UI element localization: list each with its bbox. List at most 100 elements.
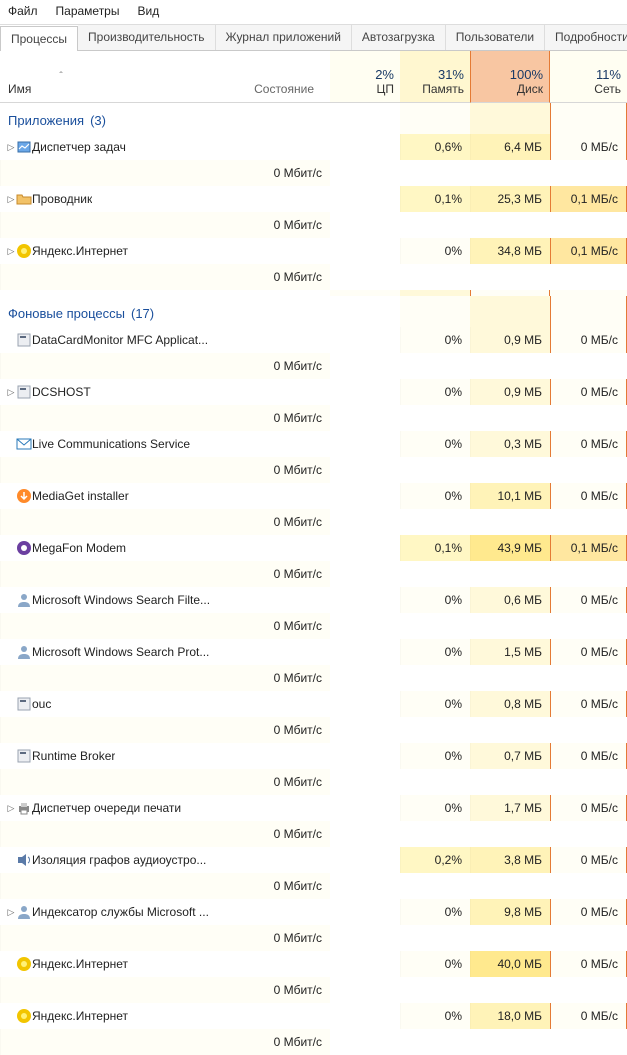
process-row[interactable]: ▷ Индексатор службы Microsoft ...	[0, 899, 400, 925]
process-name: Runtime Broker	[32, 749, 115, 763]
cpu-cell: 0%	[400, 691, 470, 717]
expand-icon[interactable]: ▷	[6, 803, 16, 814]
network-cell: 0 Мбит/с	[0, 509, 330, 535]
process-row[interactable]: Яндекс.Интернет	[0, 951, 400, 977]
col-header-name[interactable]: ˆ Имя Состояние	[0, 51, 330, 103]
network-cell: 0 Мбит/с	[0, 264, 330, 290]
memory-cell: 1,5 МБ	[470, 639, 550, 665]
group-bg[interactable]: Фоновые процессы (17)	[0, 296, 400, 327]
tab-history[interactable]: Журнал приложений	[216, 25, 352, 50]
process-row[interactable]: Изоляция графов аудиоустро...	[0, 847, 400, 873]
yandex-icon	[16, 243, 32, 259]
mediaget-icon	[16, 488, 32, 504]
disk-cell: 0 МБ/с	[550, 847, 627, 873]
memory-cell: 0,9 МБ	[470, 327, 550, 353]
cpu-cell: 0%	[400, 327, 470, 353]
process-row[interactable]: MediaGet installer	[0, 483, 400, 509]
network-cell: 0 Мбит/с	[0, 769, 330, 795]
cpu-cell: 0%	[400, 795, 470, 821]
memory-cell: 0,9 МБ	[470, 379, 550, 405]
process-row[interactable]: Live Communications Service	[0, 431, 400, 457]
disk-label: Диск	[477, 82, 543, 96]
tab-processes[interactable]: Процессы	[0, 26, 78, 51]
memory-cell: 25,3 МБ	[470, 186, 550, 212]
expand-icon[interactable]: ▷	[6, 387, 16, 398]
network-cell: 0 Мбит/с	[0, 212, 330, 238]
cpu-cell: 0%	[400, 379, 470, 405]
explorer-icon	[16, 191, 32, 207]
process-name: DataCardMonitor MFC Applicat...	[32, 333, 208, 347]
expand-icon[interactable]: ▷	[6, 194, 16, 205]
network-cell: 0 Мбит/с	[0, 160, 330, 186]
process-row[interactable]: ouc	[0, 691, 400, 717]
menu-params[interactable]: Параметры	[56, 4, 120, 18]
cpu-percent: 2%	[336, 67, 394, 82]
disk-cell: 0 МБ/с	[550, 483, 627, 509]
network-cell: 0 Мбит/с	[0, 821, 330, 847]
tab-startup[interactable]: Автозагрузка	[352, 25, 446, 50]
memory-cell: 0,7 МБ	[470, 743, 550, 769]
memory-cell: 43,9 МБ	[470, 535, 550, 561]
user-icon	[16, 644, 32, 660]
group-title: Приложения	[8, 113, 84, 128]
process-name: Диспетчер очереди печати	[32, 801, 181, 815]
disk-cell: 0 МБ/с	[550, 587, 627, 613]
cpu-cell: 0%	[400, 1003, 470, 1029]
process-row[interactable]: DataCardMonitor MFC Applicat...	[0, 327, 400, 353]
net-label: Сеть	[556, 82, 621, 96]
tab-details[interactable]: Подробности	[545, 25, 627, 50]
process-row[interactable]: ▷ DCSHOST	[0, 379, 400, 405]
disk-cell: 0 МБ/с	[550, 795, 627, 821]
col-header-memory[interactable]: 31% Память	[400, 51, 470, 103]
tab-users[interactable]: Пользователи	[446, 25, 545, 50]
printer-icon	[16, 800, 32, 816]
process-grid: ˆ Имя Состояние 2% ЦП 31% Память 100% Ди…	[0, 51, 627, 1055]
process-name: Яндекс.Интернет	[32, 957, 128, 971]
user-icon	[16, 592, 32, 608]
process-row[interactable]: ▷ Диспетчер задач	[0, 134, 400, 160]
col-name-label: Имя	[8, 82, 116, 96]
memory-cell: 3,8 МБ	[470, 847, 550, 873]
yandex-icon	[16, 956, 32, 972]
app-icon	[16, 696, 32, 712]
group-count: (3)	[90, 113, 106, 128]
taskmgr-icon	[16, 139, 32, 155]
expand-icon[interactable]: ▷	[6, 142, 16, 153]
cpu-cell: 0%	[400, 951, 470, 977]
process-row[interactable]: ▷ Проводник	[0, 186, 400, 212]
network-cell: 0 Мбит/с	[0, 873, 330, 899]
cpu-cell: 0,1%	[400, 186, 470, 212]
process-row[interactable]: Runtime Broker	[0, 743, 400, 769]
process-name: Live Communications Service	[32, 437, 190, 451]
menu-file[interactable]: Файл	[8, 4, 38, 18]
process-row[interactable]: Microsoft Windows Search Filte...	[0, 587, 400, 613]
app-icon	[16, 748, 32, 764]
memory-cell: 0,6 МБ	[470, 587, 550, 613]
disk-cell: 0 МБ/с	[550, 743, 627, 769]
col-header-disk[interactable]: 100% Диск	[470, 51, 550, 103]
expand-icon[interactable]: ▷	[6, 246, 16, 257]
memory-cell: 18,0 МБ	[470, 1003, 550, 1029]
memory-cell: 10,1 МБ	[470, 483, 550, 509]
process-row[interactable]: Microsoft Windows Search Prot...	[0, 639, 400, 665]
memory-cell: 9,8 МБ	[470, 899, 550, 925]
disk-cell: 0 МБ/с	[550, 691, 627, 717]
group-apps[interactable]: Приложения (3)	[0, 103, 400, 134]
process-row[interactable]: ▷ Яндекс.Интернет	[0, 238, 400, 264]
process-name: Microsoft Windows Search Prot...	[32, 645, 209, 659]
menu-view[interactable]: Вид	[137, 4, 159, 18]
process-name: Диспетчер задач	[32, 140, 126, 154]
network-cell: 0 Мбит/с	[0, 457, 330, 483]
network-cell: 0 Мбит/с	[0, 561, 330, 587]
tab-performance[interactable]: Производительность	[78, 25, 215, 50]
expand-icon[interactable]: ▷	[6, 907, 16, 918]
process-row[interactable]: MegaFon Modem	[0, 535, 400, 561]
col-header-cpu[interactable]: 2% ЦП	[330, 51, 400, 103]
network-cell: 0 Мбит/с	[0, 405, 330, 431]
cpu-cell: 0%	[400, 639, 470, 665]
process-row[interactable]: ▷ Диспетчер очереди печати	[0, 795, 400, 821]
process-name: Яндекс.Интернет	[32, 244, 128, 258]
process-row[interactable]: Яндекс.Интернет	[0, 1003, 400, 1029]
col-header-network[interactable]: 11% Сеть	[550, 51, 627, 103]
network-cell: 0 Мбит/с	[0, 1029, 330, 1055]
